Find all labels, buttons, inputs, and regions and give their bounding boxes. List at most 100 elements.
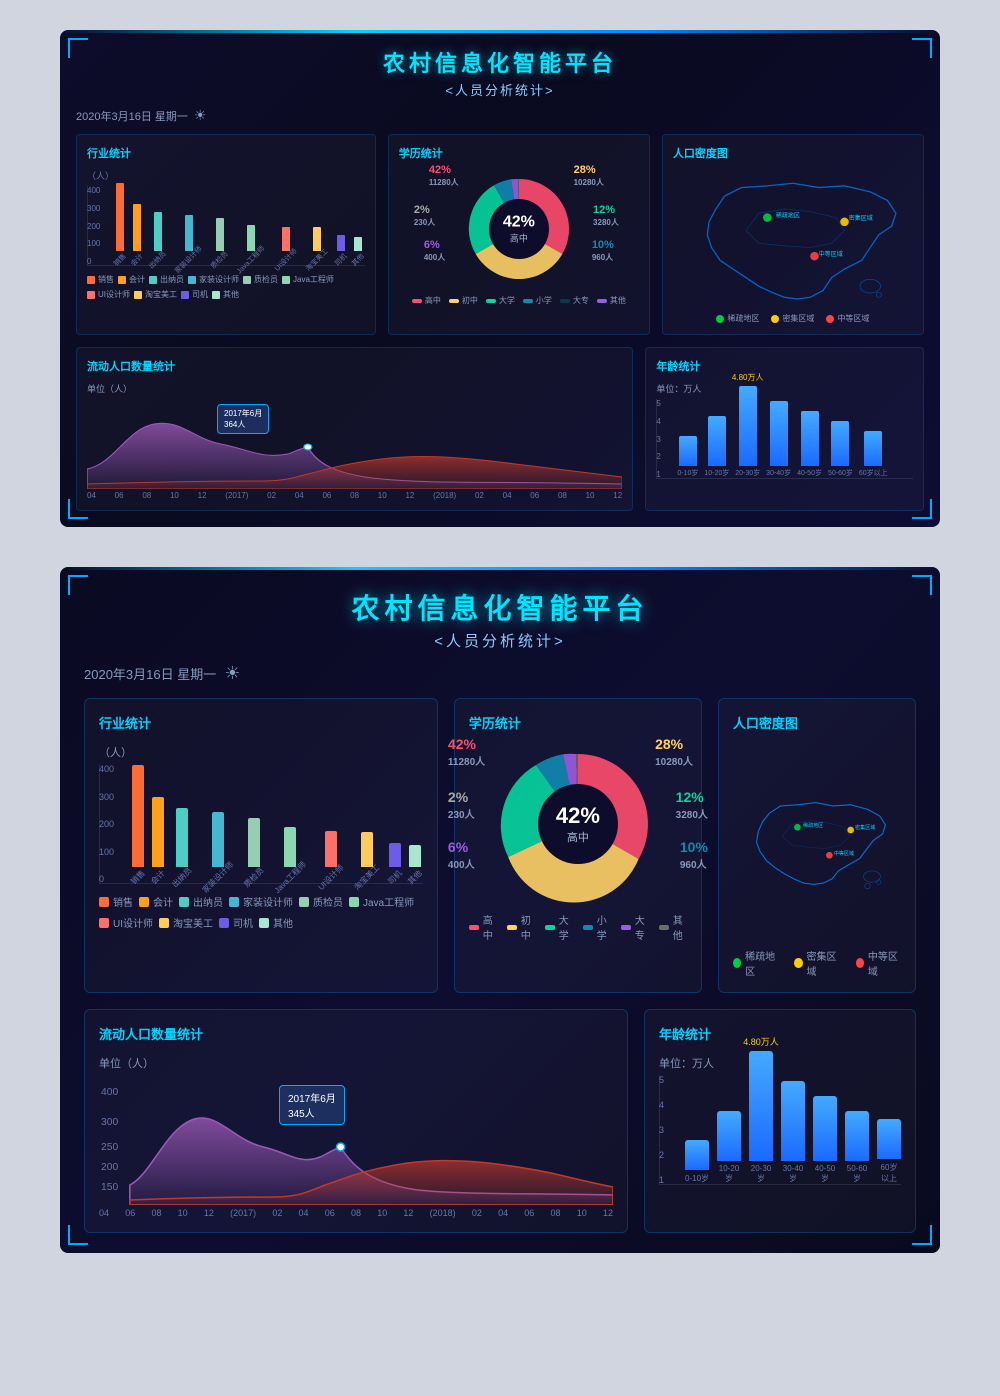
large-donut-legend-item: 初中 — [507, 912, 535, 942]
large-bar-group: 司机 — [387, 843, 403, 883]
large-map-legend: 稀疏地区密集区域中等区域 — [733, 948, 901, 978]
large-age-bar — [781, 1081, 805, 1161]
small-bar-group: 司机 — [334, 235, 348, 265]
large-legend-item: Java工程师 — [349, 894, 414, 909]
age-bar-group: 4.80万人20-30岁 — [735, 386, 760, 478]
small-donut-legend: 高中初中大学小学大专其他 — [412, 295, 626, 306]
large-legend-label: 出纳员 — [193, 894, 223, 909]
large-legend-dot — [219, 918, 229, 928]
large-legend-dot — [159, 918, 169, 928]
large-bar-group: 淘宝美工 — [351, 832, 383, 883]
large-legend-label: 家装设计师 — [243, 894, 293, 909]
large-pct-12: 12%3280人 — [676, 789, 708, 821]
donut-legend-item: 小学 — [523, 295, 552, 306]
svg-text:300: 300 — [101, 1117, 118, 1128]
small-industry-title: 行业统计 — [87, 145, 365, 161]
legend-label: 出纳员 — [160, 274, 184, 285]
corner-tl — [68, 38, 88, 58]
pct-12: 12%3280人 — [593, 204, 619, 228]
large-donut-wrap: 42% 高中 28%10280人 12%3280人 10%960人 6%400人… — [498, 744, 658, 904]
svg-text:密集区域: 密集区域 — [855, 824, 875, 831]
large-subtitle: <人员分析统计> — [84, 630, 916, 651]
x-label: 10 — [378, 491, 387, 500]
x-label: 12 — [198, 491, 207, 500]
small-donut-container: 42% 高中 28%10280人 12%3280人 10%960人 6%400人… — [399, 169, 639, 306]
large-map-dot — [856, 958, 864, 968]
legend-item: 家装设计师 — [188, 274, 239, 285]
large-x-label: 12 — [403, 1208, 413, 1218]
large-legend-label: UI设计师 — [113, 915, 153, 930]
legend-item: 销售 — [87, 274, 114, 285]
large-age-bar-label: 20-30岁 — [749, 1164, 773, 1184]
map-dot — [826, 315, 834, 323]
small-bar-group: Java工程师 — [233, 225, 269, 265]
x-label: 12 — [405, 491, 414, 500]
large-donut-legend-dot — [583, 925, 593, 930]
large-legend-dot — [99, 918, 109, 928]
x-label: 08 — [558, 491, 567, 500]
map-region-label: 稀疏地区 — [727, 313, 759, 324]
small-date-row: 2020年3月16日 星期一 ☀ — [76, 107, 924, 124]
small-map-container: 稀疏地区 密集区域 中等区域 — [673, 169, 913, 309]
map-dot — [771, 315, 779, 323]
small-y-label: （人） — [87, 169, 365, 182]
large-legend-item: 其他 — [259, 915, 293, 930]
large-donut-pct: 42% — [556, 803, 600, 829]
legend-label: 会计 — [129, 274, 145, 285]
x-label: 06 — [530, 491, 539, 500]
large-map-region-label: 密集区域 — [807, 948, 840, 978]
legend-item: UI设计师 — [87, 289, 130, 300]
legend-item: 其他 — [212, 289, 239, 300]
small-bar — [154, 212, 162, 251]
small-donut-center: 42% 高中 — [503, 214, 535, 245]
large-donut-legend-label: 大专 — [635, 912, 649, 942]
legend-label: 其他 — [223, 289, 239, 300]
legend-dot — [149, 276, 157, 284]
small-bar-group: 质检员 — [209, 218, 230, 265]
large-peak-label: 4.80万人 — [743, 1035, 779, 1048]
large-age-bar-label: 30-40岁 — [781, 1164, 805, 1184]
map-legend-item: 密集区域 — [771, 313, 814, 324]
legend-dot — [282, 276, 290, 284]
donut-legend-dot — [597, 299, 607, 303]
age-bar-group: 40-50岁 — [797, 411, 822, 478]
large-age-bars: 0-10岁10-20岁4.80万人20-30岁30-40岁40-50岁50-60… — [659, 1075, 901, 1185]
large-bars-container: 销售会计出纳员家装设计师质检员Java工程师UI设计师淘宝美工司机其他 — [99, 764, 423, 884]
large-china-map-svg: 稀疏地区 密集区域 中等区域 — [733, 744, 901, 944]
large-education-panel: 学历统计 — [454, 698, 702, 993]
large-pct-6: 6%400人 — [448, 839, 475, 871]
large-x-label: 04 — [299, 1208, 309, 1218]
large-map-region-label: 中等区域 — [868, 948, 901, 978]
small-x-axis: 0406081012(2017)020406081012(2018)020406… — [87, 491, 622, 500]
large-bar-group: 销售 — [130, 765, 146, 883]
legend-dot — [134, 291, 142, 299]
small-age-y-unit: 单位：万人 — [656, 382, 913, 395]
map-legend-item: 中等区域 — [826, 313, 869, 324]
legend-dot — [87, 276, 95, 284]
large-bar — [389, 843, 401, 867]
large-x-label: 12 — [204, 1208, 214, 1218]
donut-legend-dot — [412, 299, 422, 303]
age-bar — [679, 436, 697, 466]
legend-label: UI设计师 — [98, 289, 130, 300]
map-region-label: 中等区域 — [837, 313, 869, 324]
donut-legend-item: 大专 — [560, 295, 589, 306]
small-y-unit: 单位（人） — [87, 382, 622, 395]
small-age-panel: 年龄统计 单位：万人 1 2 3 4 5 0-10岁10-20岁4.80万人20… — [645, 347, 924, 511]
x-label: 06 — [115, 491, 124, 500]
legend-label: 销售 — [98, 274, 114, 285]
large-age-bar — [877, 1119, 901, 1159]
small-subtitle: <人员分析统计> — [76, 80, 924, 99]
age-bar — [770, 401, 788, 466]
large-pct-2: 2%230人 — [448, 789, 475, 821]
svg-text:密集区域: 密集区域 — [849, 214, 873, 222]
small-age-y-labels: 1 2 3 4 5 — [656, 399, 660, 479]
small-bottom-row: 流动人口数量统计 单位（人） — [76, 347, 924, 511]
small-flow-panel: 流动人口数量统计 单位（人） — [76, 347, 633, 511]
age-bar-label: 20-30岁 — [735, 468, 760, 478]
small-bar — [133, 204, 141, 251]
large-x-label: 06 — [524, 1208, 534, 1218]
large-age-bar-group: 50-60岁 — [845, 1111, 869, 1184]
large-bar — [409, 845, 421, 867]
donut-legend-label: 高中 — [425, 295, 441, 306]
